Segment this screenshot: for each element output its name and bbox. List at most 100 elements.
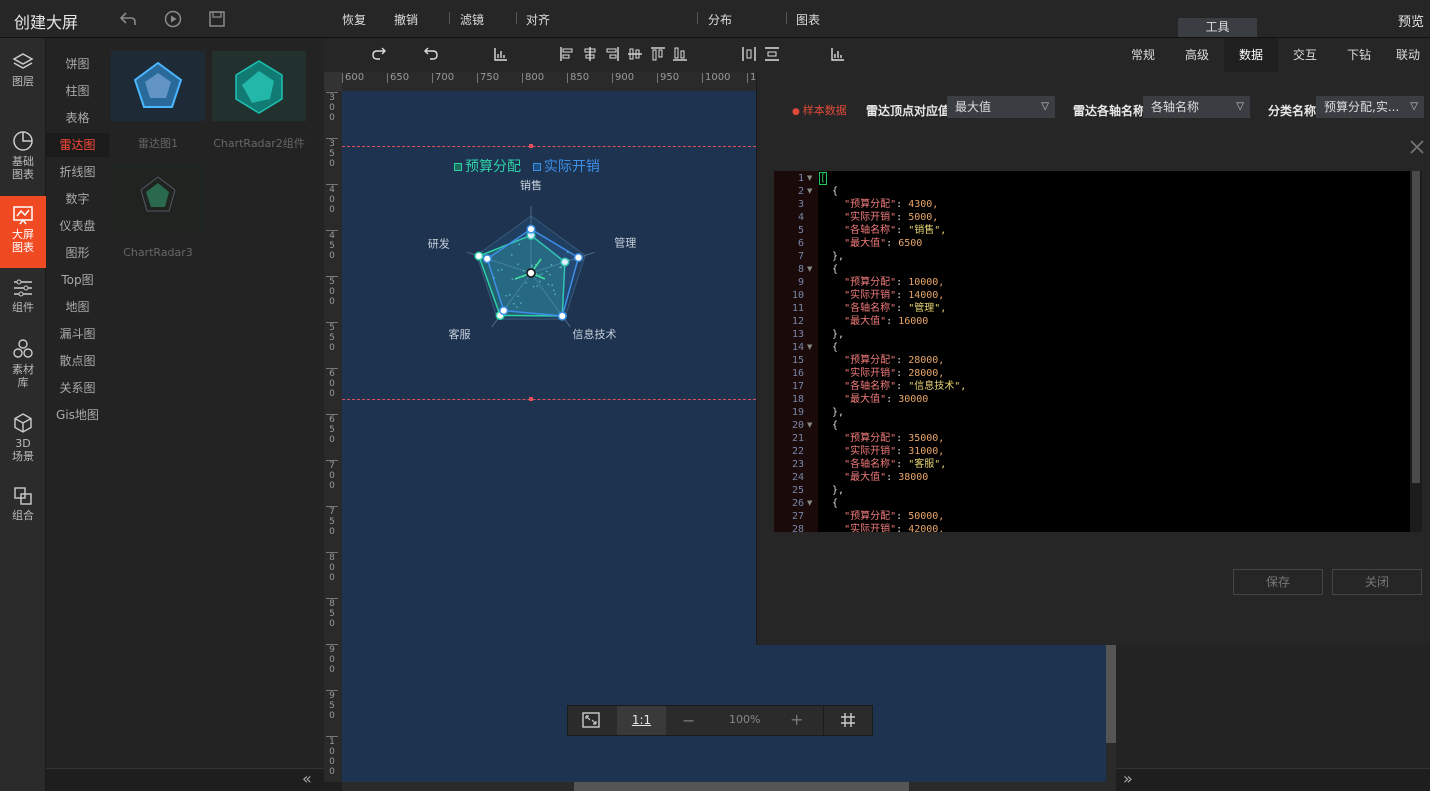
category-item[interactable]: Top图 (46, 268, 109, 292)
radar-data-point[interactable] (500, 307, 508, 315)
align-center-icon[interactable] (582, 46, 598, 62)
thumbnail-radar1[interactable] (111, 51, 205, 121)
ruler-tick-label: 4 5 0 (326, 230, 338, 261)
category-item[interactable]: 饼图 (46, 52, 109, 76)
distribute-h-icon[interactable] (741, 46, 757, 62)
tab-interaction[interactable]: 交互 (1278, 38, 1332, 72)
chart-button[interactable]: 图表 (796, 11, 820, 28)
fold-arrow-icon[interactable]: ▼ (807, 497, 812, 510)
vertex-value-select[interactable]: 最大值 ▽ (947, 96, 1055, 118)
redo-icon[interactable] (371, 46, 387, 62)
distribute-v-icon[interactable] (764, 46, 780, 62)
category-item[interactable]: 仪表盘 (46, 214, 109, 238)
legend-label-budget[interactable]: 预算分配 (465, 159, 521, 175)
fold-arrow-icon[interactable]: ▼ (807, 263, 812, 276)
collapse-right-icon[interactable]: » (1123, 769, 1133, 788)
code-line: "预算分配": 28000, (820, 354, 944, 367)
category-item[interactable]: 表格 (46, 106, 109, 130)
align-right-icon[interactable] (604, 46, 620, 62)
thumbnail-radar3[interactable] (111, 163, 205, 233)
code-bracket: { (820, 342, 838, 353)
undo-button[interactable]: 撤销 (394, 11, 418, 28)
nav-basic-charts[interactable]: 基础 图表 (0, 130, 46, 184)
nav-layers[interactable]: 图层 (0, 52, 46, 98)
radar-data-point[interactable] (558, 312, 566, 320)
nav-group[interactable]: 组合 (0, 486, 46, 528)
axis-name-select[interactable]: 各轴名称 ▽ (1143, 96, 1250, 118)
preview-button[interactable]: 预览 (1398, 11, 1424, 30)
tab-general[interactable]: 常规 (1116, 38, 1170, 72)
nav-bigscreen-charts[interactable]: 大屏 图表 (0, 196, 46, 268)
align-top-icon[interactable] (650, 46, 666, 62)
grid-icon[interactable] (840, 712, 856, 728)
editor-scroll-thumb[interactable] (1412, 171, 1420, 483)
fold-arrow-icon[interactable]: ▼ (807, 419, 812, 432)
ruler-tick-label: 6 5 0 (326, 414, 338, 445)
radar-data-point[interactable] (527, 225, 535, 233)
radar-data-point[interactable] (475, 252, 483, 260)
category-item[interactable]: 柱图 (46, 79, 109, 103)
json-code-editor[interactable]: 1 ▼[2 ▼ {3 "预算分配": 4300, 4 "实际开销": 5000, 5 "… (774, 171, 1422, 532)
back-icon[interactable] (118, 9, 138, 29)
fold-arrow-icon[interactable]: ▼ (807, 172, 812, 185)
pie-chart-icon (12, 130, 34, 152)
bar-chart-icon[interactable] (493, 46, 509, 62)
category-item[interactable]: 折线图 (46, 160, 109, 184)
fit-screen-icon[interactable] (581, 711, 601, 729)
save-button[interactable]: 保存 (1233, 569, 1323, 595)
chart-icon[interactable] (830, 46, 846, 62)
undo-icon[interactable] (423, 46, 439, 62)
category-name-select[interactable]: 预算分配,实... ▽ (1316, 96, 1424, 118)
tool-tab[interactable]: 工具 (1178, 18, 1257, 37)
zoom-out-button[interactable]: − (682, 711, 695, 730)
nav-label-2: 库 (0, 376, 46, 389)
legend-label-actual[interactable]: 实际开销 (544, 159, 600, 175)
play-icon[interactable] (163, 9, 183, 29)
fold-arrow-icon[interactable]: ▼ (807, 341, 812, 354)
tab-data[interactable]: 数据 (1224, 38, 1278, 72)
align-middle-icon[interactable] (627, 46, 643, 62)
canvas-vertical-scroll-thumb[interactable] (1106, 645, 1116, 743)
align-button[interactable]: 对齐 (526, 11, 550, 28)
close-button[interactable]: 关闭 (1332, 569, 1422, 595)
align-bottom-icon[interactable] (672, 46, 688, 62)
redo-button[interactable]: 恢复 (342, 11, 366, 28)
category-item[interactable]: 关系图 (46, 376, 109, 400)
tab-drilldown[interactable]: 下钻 (1332, 38, 1386, 72)
align-left-icon[interactable] (559, 46, 575, 62)
collapse-left-icon[interactable]: « (302, 769, 312, 788)
zoom-1to1-button[interactable]: 1:1 (617, 706, 666, 735)
code-value: 28000, (908, 355, 944, 366)
legend-swatch-actual[interactable] (533, 163, 541, 171)
distribute-button[interactable]: 分布 (708, 11, 732, 28)
tab-linkage[interactable]: 联动 (1386, 38, 1430, 72)
radar-sparkle (549, 274, 551, 276)
category-item[interactable]: 地图 (46, 295, 109, 319)
thumbnail-radar2[interactable] (212, 51, 306, 121)
category-item[interactable]: 图形 (46, 241, 109, 265)
fold-arrow-icon[interactable]: ▼ (807, 185, 812, 198)
legend-swatch-budget[interactable] (454, 163, 462, 171)
canvas-horizontal-scroll-thumb[interactable] (574, 782, 909, 791)
resize-handle-top[interactable] (529, 144, 533, 148)
category-item[interactable]: 漏斗图 (46, 322, 109, 346)
nav-materials[interactable]: 素材 库 (0, 338, 46, 394)
code-key: 最大值 (850, 472, 880, 483)
category-item-radar[interactable]: 雷达图 (46, 133, 109, 157)
category-item[interactable]: 数字 (46, 187, 109, 211)
resize-handle-bottom[interactable] (529, 397, 533, 401)
category-item[interactable]: 散点图 (46, 349, 109, 373)
category-item[interactable]: Gis地图 (46, 403, 109, 427)
close-icon[interactable] (1409, 139, 1425, 155)
radar-chart[interactable]: 销售管理信息技术 客服 研发 (420, 176, 650, 356)
code-line: }, (820, 406, 844, 419)
tab-advanced[interactable]: 高级 (1170, 38, 1224, 72)
nav-3d-scene[interactable]: 3D 场景 (0, 412, 46, 468)
radar-data-point[interactable] (483, 255, 491, 263)
filter-button[interactable]: 滤镜 (460, 11, 484, 28)
zoom-in-button[interactable]: + (790, 710, 803, 729)
nav-components[interactable]: 组件 (0, 278, 46, 320)
save-icon[interactable] (207, 9, 227, 29)
line-number: 13 (774, 328, 804, 341)
radar-data-point[interactable] (575, 254, 583, 262)
